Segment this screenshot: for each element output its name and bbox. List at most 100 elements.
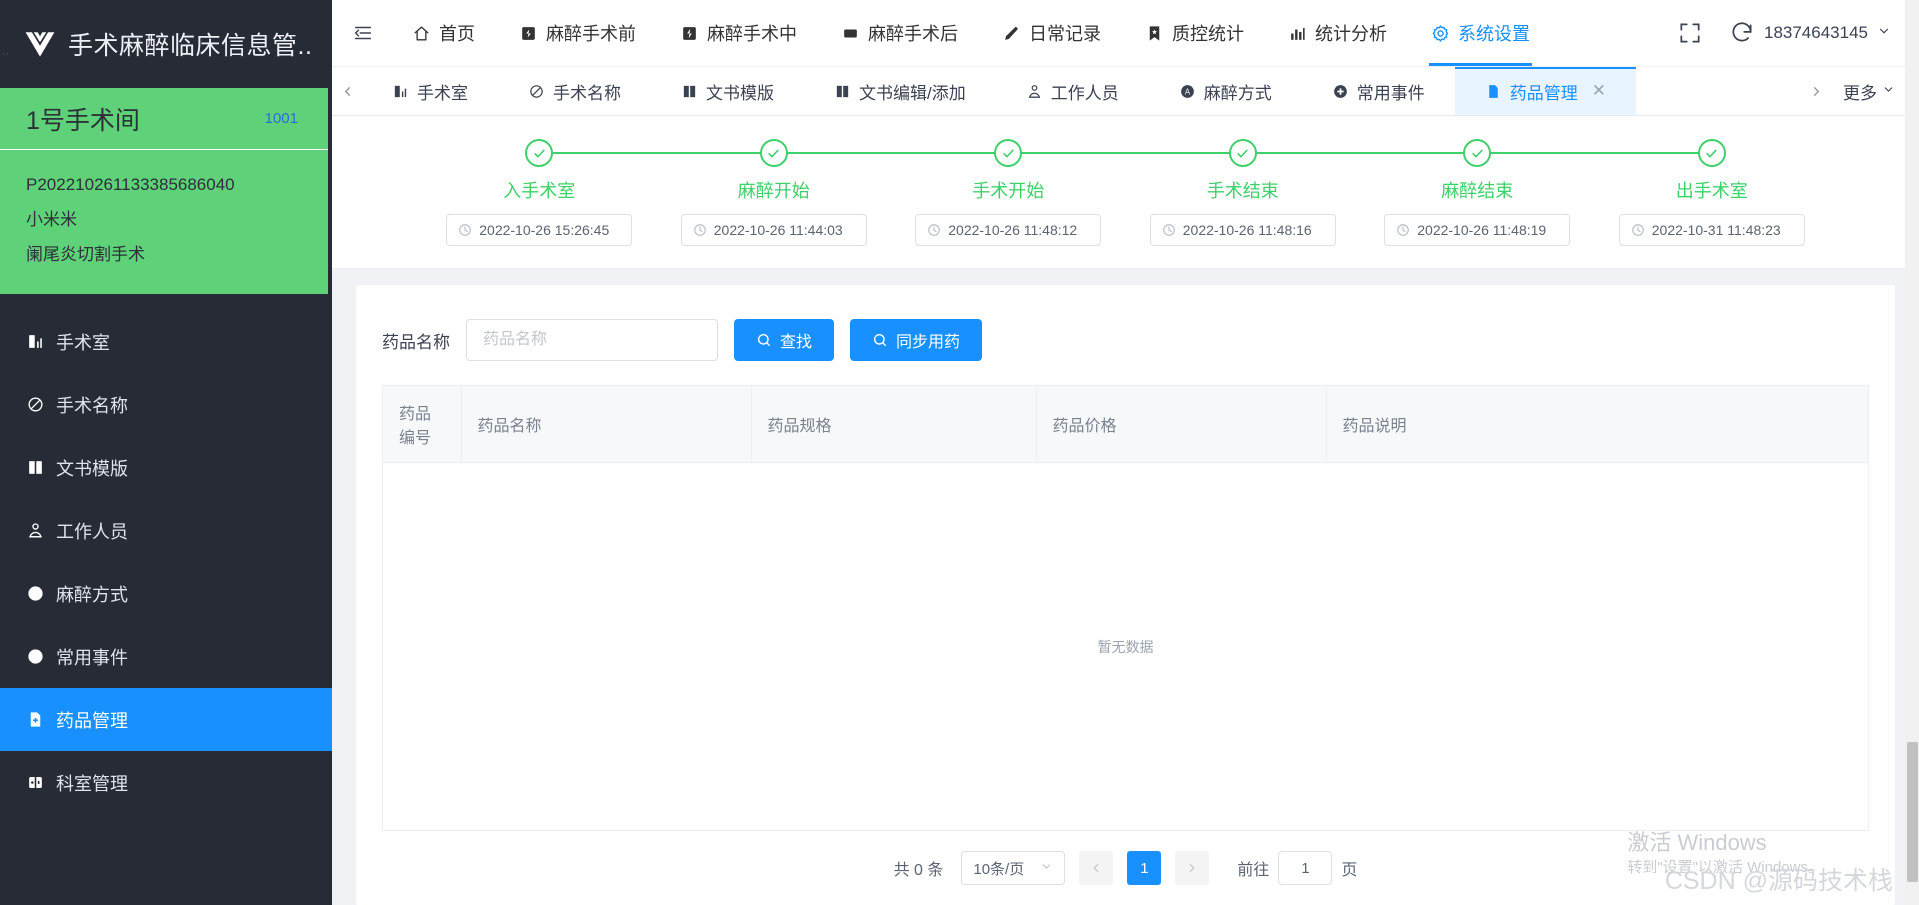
nav-item-2[interactable]: 麻醉手术前 (497, 0, 658, 66)
step-time-box[interactable]: 2022-10-26 11:44:03 (680, 214, 867, 246)
close-icon[interactable]: ✕ (1592, 81, 1606, 101)
nav-item-6[interactable]: 质控统计 (1123, 0, 1266, 66)
pagination-jump-label: 前往 (1237, 862, 1270, 879)
nav-items: 首页 麻醉手术前 麻醉手术中 麻醉手术后 日常记录 质控统计 统计分析 系统设置 (390, 0, 1552, 66)
surgery-steps: 入手术室 2022-10-26 15:26:45 麻醉开始 2022-10-26 11… (422, 138, 1829, 246)
sidebar-edge-dots: ·· (2, 48, 10, 60)
sidebar-item-2[interactable]: 手术名称 (0, 373, 332, 436)
operation-name: 阑尾炎切割手术 (26, 245, 145, 264)
nav-item-label: 日常记录 (1029, 24, 1101, 44)
pagination-jump-input[interactable] (1278, 851, 1333, 885)
user-menu[interactable]: 18374643145 (1729, 20, 1891, 46)
step-connector-left (656, 152, 774, 154)
pagination-page-1[interactable]: 1 (1127, 851, 1162, 885)
pagination: 共 0 条 10条/页 1 前往 1 页 (382, 831, 1869, 905)
tab-4[interactable]: 文书编辑/添加 (804, 67, 996, 115)
nav-item-5[interactable]: 日常记录 (980, 0, 1123, 66)
nav-item-3[interactable]: 麻醉手术中 (658, 0, 819, 66)
drug-file-icon (26, 710, 45, 729)
step-time-box[interactable]: 2022-10-26 15:26:45 (446, 214, 633, 246)
drug-name-input[interactable] (466, 319, 718, 361)
step-time-box[interactable]: 2022-10-26 11:48:16 (1149, 214, 1336, 246)
check-circle-icon (994, 139, 1023, 167)
step-time-box[interactable]: 2022-10-31 11:48:23 (1618, 214, 1805, 246)
clock-icon (693, 223, 707, 237)
content-wrapper: 药品名称 查找 同步用药 (332, 269, 1919, 905)
search-button[interactable]: 查找 (734, 319, 835, 361)
clock-icon (1396, 223, 1410, 237)
brand-header: 手术麻醉临床信息管... (0, 0, 332, 88)
tabs-prev-arrow[interactable] (332, 67, 362, 115)
tabs-next-arrow[interactable] (1801, 67, 1831, 115)
gear-icon (1431, 24, 1450, 43)
nav-item-7[interactable]: 统计分析 (1266, 0, 1409, 66)
operating-room-icon (392, 83, 409, 100)
nav-item-4[interactable]: 麻醉手术后 (819, 0, 980, 66)
step-label: 麻醉结束 (1441, 181, 1514, 201)
intra-op-icon (680, 24, 699, 43)
nav-item-label: 麻醉手术后 (868, 24, 958, 44)
step-connector-left (1594, 152, 1712, 154)
step-connector-left (1360, 152, 1478, 154)
step-marker (422, 138, 657, 168)
topnav-right: 18374643145 (1677, 20, 1919, 46)
step-marker (656, 138, 891, 168)
sidebar-item-label: 工作人员 (56, 521, 128, 542)
search-icon (756, 332, 772, 348)
plus-circle-icon (1332, 83, 1349, 100)
sidebar-item-3[interactable]: 文书模版 (0, 436, 332, 499)
tab-3[interactable]: 文书模版 (651, 67, 804, 115)
nav-item-1[interactable]: 首页 (390, 0, 497, 66)
tab-6[interactable]: A 麻醉方式 (1149, 67, 1302, 115)
table-column-header-3: 药品规格 (751, 386, 1037, 463)
clock-icon (1631, 223, 1645, 237)
step-time-box[interactable]: 2022-10-26 11:48:12 (915, 214, 1102, 246)
sidebar-item-label: 文书模版 (56, 458, 128, 479)
top-navigation: 首页 麻醉手术前 麻醉手术中 麻醉手术后 日常记录 质控统计 统计分析 系统设置 183746… (332, 0, 1919, 66)
patient-details: P202210261133385686040 小米米 阑尾炎切割手术 (0, 150, 328, 294)
book-icon (834, 83, 851, 100)
timeline-step-6: 出手术室 2022-10-31 11:48:23 (1594, 138, 1830, 246)
sidebar-item-label: 药品管理 (56, 710, 128, 731)
sidebar-item-5[interactable]: A 麻醉方式 (0, 562, 332, 625)
home-icon (412, 24, 431, 43)
fullscreen-icon[interactable] (1677, 20, 1703, 46)
sidebar-item-4[interactable]: 工作人员 (0, 499, 332, 562)
bar-chart-icon (1288, 24, 1307, 43)
sidebar-item-6[interactable]: 常用事件 (0, 625, 332, 688)
tab-7[interactable]: 常用事件 (1302, 67, 1455, 115)
bookmark-icon (1145, 24, 1164, 43)
page-scrollbar-track[interactable] (1905, 0, 1919, 905)
anesthesia-icon: A (1179, 83, 1196, 100)
plus-circle-icon (26, 647, 45, 666)
drug-name-label: 药品名称 (382, 332, 450, 352)
brand-title: 手术麻醉临床信息管... (68, 32, 310, 60)
sync-drug-button[interactable]: 同步用药 (850, 319, 983, 361)
tab-2[interactable]: 手术名称 (498, 67, 651, 115)
tab-8[interactable]: 药品管理 ✕ (1454, 67, 1637, 115)
staff-icon (1026, 83, 1043, 100)
pagination-prev-button[interactable] (1079, 851, 1114, 885)
nav-item-label: 质控统计 (1172, 24, 1244, 44)
sidebar-item-1[interactable]: 手术室 (0, 310, 332, 373)
step-time-box[interactable]: 2022-10-26 11:48:19 (1384, 214, 1571, 246)
collapse-menu-icon[interactable] (346, 16, 380, 50)
department-icon (26, 773, 45, 792)
page-size-select[interactable]: 10条/页 (961, 851, 1066, 885)
tab-5[interactable]: 工作人员 (996, 67, 1149, 115)
tab-1[interactable]: 手术室 (362, 67, 498, 115)
nav-item-8[interactable]: 系统设置 (1409, 0, 1552, 66)
sidebar-item-8[interactable]: 科室管理 (0, 751, 332, 814)
pencil-icon (1002, 24, 1021, 43)
chevron-down-icon (1040, 860, 1053, 877)
sidebar-item-7[interactable]: 药品管理 (0, 688, 332, 751)
sidebar: 手术麻醉临床信息管... 1号手术间 1001 P202210261133385… (0, 0, 332, 905)
page-scrollbar-thumb[interactable] (1907, 742, 1918, 882)
step-marker (1360, 138, 1595, 168)
step-time-value: 2022-10-26 11:48:19 (1417, 222, 1547, 238)
patient-name: 小米米 (26, 210, 77, 229)
pagination-next-button[interactable] (1175, 851, 1210, 885)
step-label: 出手术室 (1675, 181, 1748, 201)
table-column-header-4: 药品价格 (1036, 386, 1327, 463)
nav-item-label: 系统设置 (1458, 24, 1530, 44)
